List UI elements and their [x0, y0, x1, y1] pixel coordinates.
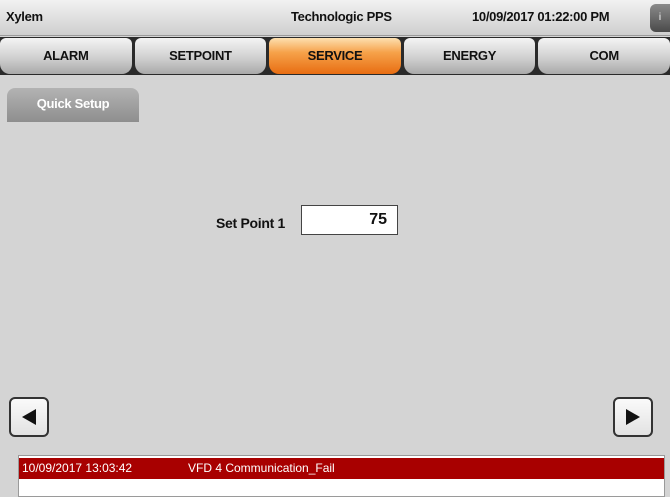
tab-energy[interactable]: ENERGY [403, 38, 536, 74]
triangle-right-icon [626, 409, 640, 425]
subtab-quick-setup[interactable]: Quick Setup [7, 88, 139, 122]
datetime-display: 10/09/2017 01:22:00 PM [472, 9, 610, 24]
tab-com[interactable]: COM [538, 38, 670, 74]
main-tab-bar: ALARM SETPOINT SERVICE ENERGY COM [0, 37, 670, 75]
tab-service[interactable]: SERVICE [269, 38, 401, 74]
info-icon: i [658, 12, 662, 23]
alarm-message: VFD 4 Communication_Fail [188, 461, 335, 475]
setpoint-input[interactable]: 75 [301, 205, 398, 235]
previous-button[interactable] [9, 397, 49, 437]
tab-alarm[interactable]: ALARM [0, 38, 132, 74]
info-button[interactable]: i [650, 4, 670, 32]
app-title: Technologic PPS [291, 9, 392, 24]
setpoint-label: Set Point 1 [216, 215, 286, 231]
alarm-row[interactable]: 10/09/2017 13:03:42 VFD 4 Communication_… [19, 458, 664, 479]
title-bar: Xylem Technologic PPS 10/09/2017 01:22:0… [0, 0, 670, 36]
alarm-timestamp: 10/09/2017 13:03:42 [22, 461, 133, 475]
triangle-left-icon [22, 409, 36, 425]
alarm-banner: 10/09/2017 13:03:42 VFD 4 Communication_… [18, 455, 665, 497]
tab-setpoint[interactable]: SETPOINT [134, 38, 267, 74]
next-button[interactable] [613, 397, 653, 437]
brand-label: Xylem [6, 9, 43, 24]
